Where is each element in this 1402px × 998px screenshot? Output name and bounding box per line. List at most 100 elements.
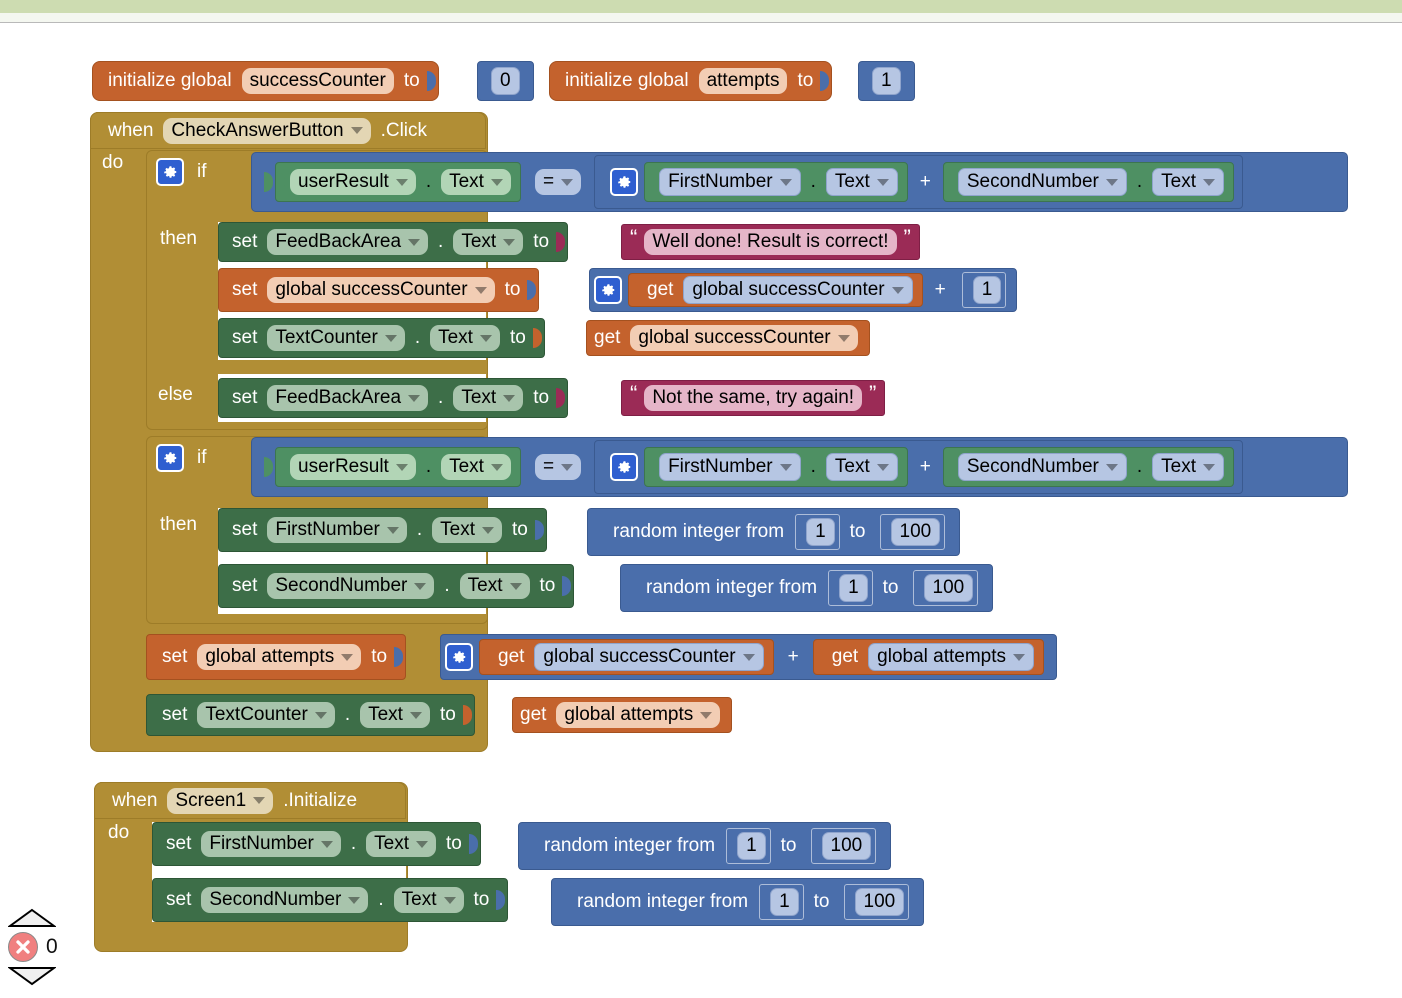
property-dropdown[interactable]: Text	[1152, 453, 1225, 481]
variable-dropdown[interactable]: global attempts	[556, 702, 721, 728]
text-value-field[interactable]: Not the same, try again!	[644, 385, 863, 411]
if1-compare-block[interactable]: userResult . Text = FirstNumber . Text +…	[251, 152, 1348, 212]
component-dropdown[interactable]: SecondNumber	[201, 887, 369, 913]
number-socket-from[interactable]: 1	[759, 884, 804, 920]
set-secondnumber-text-block-1[interactable]: set SecondNumber . Text to	[218, 564, 575, 608]
comparison-operator-dropdown[interactable]: =	[534, 454, 582, 480]
if2-compare-block[interactable]: userResult . Text = FirstNumber . Text +…	[251, 437, 1348, 497]
component-dropdown[interactable]: TextCounter	[197, 702, 335, 728]
set-firstnumber-text-block-2[interactable]: set FirstNumber . Text to	[152, 822, 481, 866]
number-field[interactable]: 1	[770, 888, 799, 916]
property-dropdown[interactable]: Text	[825, 453, 898, 481]
property-dropdown[interactable]: Text	[459, 573, 530, 599]
number-field[interactable]: 1	[872, 67, 901, 95]
random-integer-block-3[interactable]: random integer from 1 to 100	[518, 822, 892, 870]
get-global-attempts-block-2[interactable]: get global attempts	[512, 697, 733, 733]
number-field[interactable]: 100	[821, 832, 872, 860]
addition-block[interactable]: FirstNumber . Text + SecondNumber . Text	[594, 155, 1244, 209]
component-dropdown[interactable]: FeedBackArea	[267, 229, 429, 255]
component-getter-firstnumber-text[interactable]: FirstNumber . Text	[644, 162, 908, 202]
addition-block-2[interactable]: FirstNumber . Text + SecondNumber . Text	[594, 440, 1244, 494]
set-global-attempts-block[interactable]: set global attempts to	[146, 634, 407, 680]
gear-icon[interactable]	[610, 168, 639, 196]
number-field[interactable]: 1	[972, 276, 1002, 304]
component-getter-secondnumber-text[interactable]: SecondNumber . Text	[942, 162, 1235, 202]
component-dropdown[interactable]: FeedBackArea	[267, 385, 429, 411]
property-dropdown[interactable]: Text	[1152, 168, 1225, 196]
component-dropdown[interactable]: FirstNumber	[659, 168, 801, 196]
number-block-1[interactable]: 1	[858, 61, 915, 101]
property-dropdown[interactable]: Text	[430, 325, 500, 351]
event-component-dropdown[interactable]: Screen1	[167, 787, 274, 814]
gear-icon[interactable]	[156, 444, 184, 472]
error-count-row[interactable]: 0	[8, 932, 72, 962]
text-value-field[interactable]: Well done! Result is correct!	[644, 229, 897, 255]
comparison-operator-dropdown[interactable]: =	[534, 169, 582, 195]
component-getter-userResult-text-2[interactable]: userResult . Text	[275, 447, 521, 487]
set-textcounter-text-block-2[interactable]: set TextCounter . Text to	[146, 694, 475, 736]
random-integer-block-2[interactable]: random integer from 1 to 100	[620, 564, 994, 612]
set-firstnumber-text-block-1[interactable]: set FirstNumber . Text to	[218, 508, 547, 552]
property-dropdown[interactable]: Text	[441, 454, 511, 480]
number-socket-to[interactable]: 100	[879, 514, 946, 550]
component-dropdown[interactable]: FirstNumber	[267, 517, 407, 543]
component-getter-secondnumber-text-2[interactable]: SecondNumber . Text	[942, 447, 1235, 487]
number-block-0[interactable]: 0	[477, 61, 534, 101]
number-field[interactable]: 1	[839, 574, 868, 602]
global-name-field[interactable]: successCounter	[241, 68, 394, 94]
component-dropdown[interactable]: FirstNumber	[201, 831, 341, 857]
property-dropdown[interactable]: Text	[393, 887, 464, 913]
variable-dropdown[interactable]: global successCounter	[683, 276, 913, 304]
number-socket-from[interactable]: 1	[828, 570, 873, 606]
number-socket-from[interactable]: 1	[795, 514, 840, 550]
initialize-global-attempts-block[interactable]: initialize global attempts to	[549, 61, 833, 101]
property-dropdown[interactable]: Text	[441, 169, 511, 195]
warnings-up-arrow[interactable]	[6, 908, 58, 928]
number-socket-to[interactable]: 100	[810, 828, 877, 864]
component-dropdown[interactable]: userResult	[290, 454, 416, 480]
gear-icon[interactable]	[445, 643, 473, 671]
set-feedbackarea-text-block-1[interactable]: set FeedBackArea . Text to	[218, 222, 569, 262]
error-x-icon[interactable]	[8, 932, 38, 962]
event-component-dropdown[interactable]: CheckAnswerButton	[163, 117, 371, 144]
initialize-global-successCounter-block[interactable]: initialize global successCounter to	[92, 61, 439, 101]
component-dropdown[interactable]: FirstNumber	[659, 453, 801, 481]
number-socket-to[interactable]: 100	[843, 884, 910, 920]
property-dropdown[interactable]: Text	[453, 385, 524, 411]
gear-icon[interactable]	[610, 453, 639, 481]
get-global-attempts-block-1[interactable]: get global attempts	[812, 639, 1045, 675]
component-dropdown[interactable]: userResult	[290, 169, 416, 195]
number-socket-to[interactable]: 100	[912, 570, 979, 606]
warnings-down-arrow[interactable]	[6, 966, 58, 986]
addition-block-attempts[interactable]: get global successCounter + get global a…	[440, 634, 1058, 680]
property-dropdown[interactable]: Text	[360, 702, 430, 728]
gear-icon[interactable]	[594, 276, 622, 304]
warning-error-indicator[interactable]: 0	[6, 908, 72, 986]
number-socket[interactable]: 1	[961, 272, 1007, 308]
addition-block-successcounter[interactable]: get global successCounter + 1	[589, 268, 1018, 312]
number-field[interactable]: 0	[491, 67, 520, 95]
variable-dropdown[interactable]: global successCounter	[534, 643, 764, 671]
random-integer-block-1[interactable]: random integer from 1 to 100	[587, 508, 961, 556]
number-field[interactable]: 1	[806, 518, 835, 546]
get-global-successcounter-block-3[interactable]: get global successCounter	[479, 639, 774, 675]
set-textcounter-text-block-1[interactable]: set TextCounter . Text to	[218, 318, 545, 358]
number-field[interactable]: 100	[890, 518, 941, 546]
set-feedbackarea-text-block-2[interactable]: set FeedBackArea . Text to	[218, 378, 569, 418]
number-field[interactable]: 100	[923, 574, 974, 602]
global-name-field[interactable]: attempts	[698, 68, 788, 94]
variable-dropdown[interactable]: global attempts	[197, 644, 362, 670]
variable-dropdown[interactable]: global successCounter	[267, 277, 495, 303]
random-integer-block-4[interactable]: random integer from 1 to 100	[551, 878, 925, 926]
component-dropdown[interactable]: TextCounter	[267, 325, 405, 351]
property-dropdown[interactable]: Text	[432, 517, 503, 543]
component-getter-firstnumber-text-2[interactable]: FirstNumber . Text	[644, 447, 908, 487]
get-global-successcounter-block-2[interactable]: get global successCounter	[586, 320, 870, 356]
number-field[interactable]: 1	[737, 832, 766, 860]
number-field[interactable]: 100	[854, 888, 905, 916]
component-dropdown[interactable]: SecondNumber	[957, 168, 1127, 196]
component-dropdown[interactable]: SecondNumber	[267, 573, 435, 599]
blocks-canvas[interactable]: initialize global successCounter to 0 in…	[0, 0, 1402, 998]
property-dropdown[interactable]: Text	[366, 831, 437, 857]
gear-icon[interactable]	[156, 158, 184, 186]
